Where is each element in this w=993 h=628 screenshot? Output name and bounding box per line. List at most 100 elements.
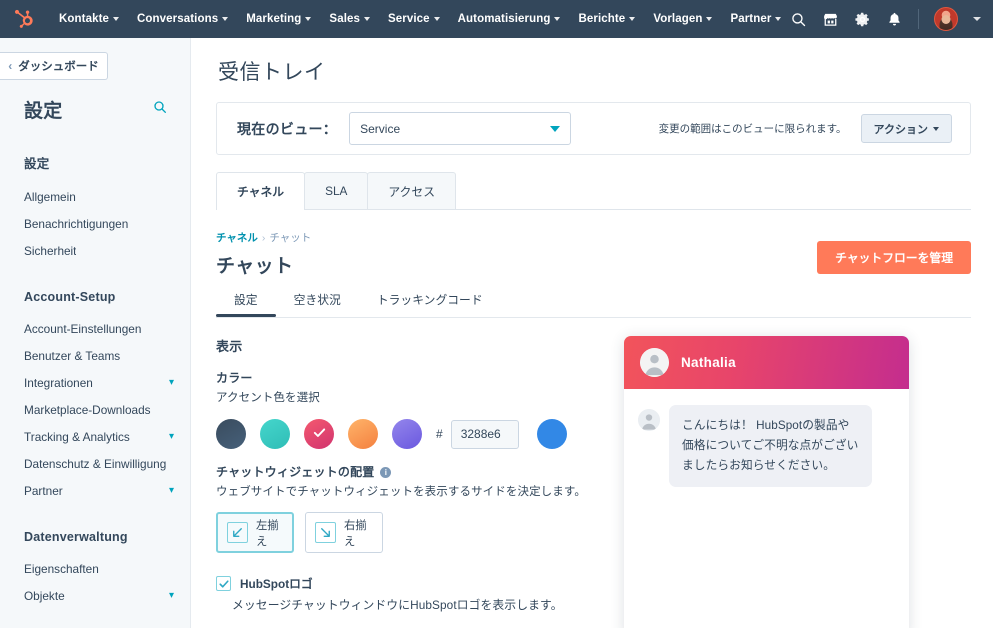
sidebar-item-datenschutz-einwilligung[interactable]: Datenschutz & Einwilligung — [0, 450, 190, 477]
nav-item-vorlagen[interactable]: Vorlagen — [644, 13, 721, 25]
placement-option-left[interactable]: 左揃え — [216, 512, 294, 553]
chevron-left-icon: ‹ — [8, 60, 12, 72]
tab-sla[interactable]: SLA — [304, 172, 368, 209]
color-swatch-purple[interactable] — [392, 419, 422, 449]
chevron-down-icon: ▾ — [169, 378, 174, 388]
sidebar-item-tracking-analytics[interactable]: Tracking & Analytics▾ — [0, 423, 190, 450]
hex-color-input[interactable] — [451, 420, 519, 449]
nav-label: Partner — [730, 13, 771, 25]
current-view-bar: 現在のビュー： Service 変更の範囲はこのビューに限られます。 アクション — [216, 102, 971, 155]
sidebar-item-label: Marketplace-Downloads — [24, 403, 151, 417]
color-swatch-pink-red[interactable] — [304, 419, 334, 449]
placement-option-label: 左揃え — [256, 517, 283, 549]
sidebar-item-label: Benachrichtigungen — [24, 217, 128, 231]
nav-item-berichte[interactable]: Berichte — [569, 13, 644, 25]
actions-button[interactable]: アクション — [861, 114, 952, 143]
subtab-label: トラッキングコード — [377, 293, 483, 307]
chat-preview-message: こんにちは！ HubSpotの製品や価格についてご不明な点がございましたらお知ら… — [669, 405, 872, 487]
color-swatch-teal[interactable] — [260, 419, 290, 449]
nav-label: Automatisierung — [458, 13, 551, 25]
color-swatch-dark-slate[interactable] — [216, 419, 246, 449]
sidebar-item-marketplace-downloads[interactable]: Marketplace-Downloads — [0, 396, 190, 423]
actions-button-label: アクション — [874, 121, 928, 137]
hubspot-logo-checkbox[interactable] — [216, 576, 231, 591]
placement-description: ウェブサイトでチャットウィジェットを表示するサイドを決定します。 — [216, 483, 594, 499]
sidebar-item-partner[interactable]: Partner▾ — [0, 477, 190, 504]
sidebar-item-benachrichtigungen[interactable]: Benachrichtigungen — [0, 210, 190, 237]
chevron-down-icon — [554, 17, 560, 21]
sidebar-group-heading-datenverwaltung: Datenverwaltung — [0, 530, 190, 544]
primary-nav-items: Kontakte Conversations Marketing Sales S… — [50, 13, 790, 25]
bell-icon[interactable] — [886, 11, 903, 28]
nav-item-conversations[interactable]: Conversations — [128, 13, 237, 25]
sidebar-item-objekte[interactable]: Objekte▾ — [0, 582, 190, 609]
manage-chatflows-button[interactable]: チャットフローを管理 — [817, 241, 971, 274]
search-icon[interactable] — [790, 11, 807, 28]
subtabs-divider — [216, 317, 971, 318]
sidebar-item-eigenschaften[interactable]: Eigenschaften — [0, 555, 190, 582]
chevron-down-icon — [706, 17, 712, 21]
nav-label: Service — [388, 13, 430, 25]
sidebar-item-integrationen[interactable]: Integrationen▾ — [0, 369, 190, 396]
sidebar-group-heading-einstellungen: 設定 — [0, 153, 190, 172]
nav-label: Conversations — [137, 13, 218, 25]
hubspot-sprocket-logo[interactable] — [14, 8, 36, 30]
tabs-divider — [216, 209, 971, 210]
sidebar-item-label: Objekte — [24, 589, 65, 603]
avatar[interactable] — [934, 7, 958, 31]
nav-item-service[interactable]: Service — [379, 13, 449, 25]
user-avatar-icon — [640, 348, 669, 377]
marketplace-icon[interactable] — [822, 11, 839, 28]
tab-label: SLA — [325, 184, 347, 198]
sidebar-item-account-einstellungen[interactable]: Account-Einstellungen — [0, 315, 190, 342]
sidebar-group-heading-account-setup: Account-Setup — [0, 290, 190, 304]
subtab-label: 空き状況 — [294, 293, 341, 307]
chevron-down-icon — [434, 17, 440, 21]
chat-settings-panel: チャネル›チャット チャット チャットフローを管理 設定 空き状況 トラッキング… — [191, 210, 993, 318]
info-icon[interactable]: i — [380, 467, 391, 478]
tab-label: アクセス — [388, 183, 435, 200]
nav-item-sales[interactable]: Sales — [320, 13, 379, 25]
nav-item-marketing[interactable]: Marketing — [237, 13, 320, 25]
hubspot-logo-title: HubSpotロゴ — [240, 575, 313, 592]
view-select-dropdown[interactable]: Service — [349, 112, 571, 145]
tab-access[interactable]: アクセス — [367, 172, 456, 209]
nav-right-actions — [790, 7, 985, 31]
main-content: 受信トレイ 現在のビュー： Service 変更の範囲はこのビューに限られます。… — [191, 38, 993, 628]
chevron-down-icon[interactable] — [973, 17, 981, 21]
color-swatch-orange[interactable] — [348, 419, 378, 449]
chat-preview-agent-name: Nathalia — [681, 355, 736, 370]
settings-sidebar: ‹ ダッシュボード 設定 設定 Allgemein Benachrichtigu… — [0, 38, 191, 628]
settings-body: 表示 カラー アクセント色を選択 # チャットウィジェットの配置i — [191, 336, 993, 628]
sidebar-item-benutzer-teams[interactable]: Benutzer & Teams — [0, 342, 190, 369]
breadcrumb-root-link[interactable]: チャネル — [216, 232, 258, 244]
arrow-down-left-icon — [227, 522, 248, 543]
color-preview-dot — [537, 419, 567, 449]
nav-item-kontakte[interactable]: Kontakte — [50, 13, 128, 25]
nav-item-partner[interactable]: Partner — [721, 13, 790, 25]
search-icon[interactable] — [152, 99, 168, 120]
chevron-down-icon: ▾ — [169, 432, 174, 442]
placement-option-label: 右揃え — [344, 517, 373, 549]
chevron-down-icon — [775, 17, 781, 21]
subtab-tracking-code[interactable]: トラッキングコード — [359, 291, 501, 317]
nav-divider — [918, 9, 919, 29]
tab-label: チャネル — [237, 183, 284, 200]
sidebar-item-allgemein[interactable]: Allgemein — [0, 183, 190, 210]
chevron-down-icon — [113, 17, 119, 21]
nav-label: Kontakte — [59, 13, 109, 25]
subtab-settings[interactable]: 設定 — [216, 291, 276, 317]
gear-icon[interactable] — [854, 11, 871, 28]
subtab-availability[interactable]: 空き状況 — [276, 291, 359, 317]
sidebar-item-sicherheit[interactable]: Sicherheit — [0, 237, 190, 264]
color-field-sublabel: アクセント色を選択 — [216, 389, 594, 405]
nav-item-automatisierung[interactable]: Automatisierung — [449, 13, 570, 25]
placement-option-right[interactable]: 右揃え — [305, 512, 383, 553]
sidebar-item-label: Sicherheit — [24, 244, 76, 258]
checkmark-icon — [218, 578, 230, 590]
hubspot-logo-setting: HubSpotロゴ — [216, 575, 594, 592]
sidebar-item-label: Partner — [24, 484, 63, 498]
color-field-label: カラー — [216, 369, 594, 386]
back-to-dashboard-button[interactable]: ‹ ダッシュボード — [0, 52, 108, 80]
tab-channels[interactable]: チャネル — [216, 172, 305, 209]
